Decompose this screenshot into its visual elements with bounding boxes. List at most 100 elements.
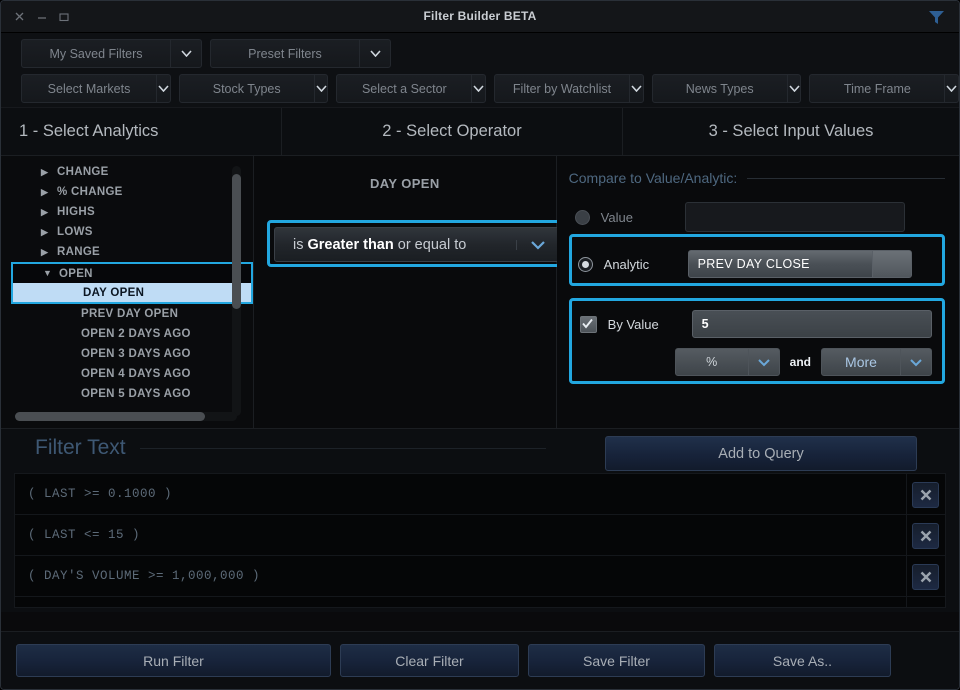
analytic-radio[interactable]	[578, 257, 593, 272]
operator-label: is Greater than or equal to	[275, 237, 516, 253]
triangle-right-icon[interactable]: ▶	[41, 228, 48, 237]
operator-dropdown[interactable]: is Greater than or equal to	[274, 227, 560, 262]
dropdown-select-markets[interactable]: Select Markets	[21, 74, 171, 103]
analytic-select[interactable]: PREV DAY CLOSE	[688, 250, 912, 278]
analytics-tree[interactable]: ▶CHANGE▶% CHANGE▶HIGHS▶LOWS▶RANGE▼OPEN DA…	[11, 162, 253, 408]
analytic-browse-button[interactable]	[872, 251, 911, 277]
filter-expression-text: ( LAST >= 0.1000 )	[15, 487, 172, 501]
value-radio[interactable]	[575, 210, 590, 225]
triangle-right-icon[interactable]: ▶	[41, 208, 48, 217]
analytics-horizontal-scrollbar[interactable]	[15, 412, 237, 421]
analytics-tree-item[interactable]: OPEN 2 DAYS AGO	[11, 324, 253, 344]
analytics-tree-item[interactable]: ▶RANGE	[11, 242, 253, 262]
analytics-tree-item-label: OPEN 4 DAYS AGO	[33, 368, 191, 380]
by-value-highlight-frame: By Value 5 % and More	[569, 298, 945, 384]
filter-expression-text: ( LAST <= 15 )	[15, 528, 140, 542]
save-filter-button[interactable]: Save Filter	[528, 644, 705, 677]
filter-text-section: Filter Text Add to Query ( LAST >= 0.100…	[1, 428, 959, 612]
analytics-tree-item[interactable]: OPEN 5 DAYS AGO	[11, 384, 253, 404]
analytics-vertical-scrollbar[interactable]	[232, 166, 241, 416]
step-header-select-operator: 2 - Select Operator	[282, 108, 623, 155]
filter-expression-list: ( LAST >= 0.1000 )( LAST <= 15 )( DAY'S …	[14, 473, 946, 608]
analytics-tree-item[interactable]: ▶% CHANGE	[11, 182, 253, 202]
operator-highlight-frame: is Greater than or equal to	[267, 220, 567, 267]
section-divider	[140, 448, 546, 449]
step-header-select-analytics: 1 - Select Analytics	[1, 108, 282, 155]
direction-dropdown[interactable]: More	[821, 348, 932, 376]
remove-filter-button[interactable]	[912, 564, 939, 590]
chevron-down-icon	[900, 349, 931, 375]
analytic-highlight-frame: Analytic PREV DAY CLOSE	[569, 234, 945, 286]
analytics-tree-item[interactable]: ▼OPEN	[11, 262, 253, 283]
filter-expression-row: ( LAST <= 15 )	[15, 515, 945, 556]
filter-toolbar: My Saved Filters Preset Filters Select M…	[1, 33, 959, 108]
builder-panes: ▶CHANGE▶% CHANGE▶HIGHS▶LOWS▶RANGE▼OPENDA…	[1, 156, 959, 428]
value-row: Value	[569, 200, 945, 234]
unit-dropdown[interactable]: %	[675, 348, 780, 376]
dropdown-filter-by-watchlist[interactable]: Filter by Watchlist	[494, 74, 644, 103]
save-as-button[interactable]: Save As..	[714, 644, 891, 677]
value-input[interactable]	[685, 202, 905, 232]
analytics-tree-item[interactable]: ▶CHANGE	[11, 162, 253, 182]
chevron-down-icon	[516, 240, 559, 250]
dropdown-label: Select Markets	[22, 75, 156, 102]
remove-filter-button[interactable]	[912, 523, 939, 549]
by-value-input[interactable]: 5	[692, 310, 932, 338]
analytics-tree-item[interactable]: OPEN 3 DAYS AGO	[11, 344, 253, 364]
remove-filter-button[interactable]	[912, 482, 939, 508]
analytics-tree-item[interactable]: OPEN 4 DAYS AGO	[11, 364, 253, 384]
toolbar-row-criteria: Select Markets Stock Types Select a Sect…	[1, 74, 959, 103]
action-button-bar: Run Filter Clear Filter Save Filter Save…	[1, 631, 959, 689]
analytics-tree-item[interactable]: DAY OPEN	[11, 283, 253, 304]
operator-prefix: is	[293, 237, 308, 253]
chevron-down-icon	[748, 349, 779, 375]
add-to-query-button[interactable]: Add to Query	[605, 436, 917, 471]
dropdown-stock-types[interactable]: Stock Types	[179, 74, 329, 103]
scrollbar-thumb[interactable]	[232, 174, 241, 309]
dropdown-label: Select a Sector	[337, 75, 471, 102]
chevron-down-icon	[787, 75, 801, 102]
compare-section-header: Compare to Value/Analytic:	[569, 170, 945, 186]
by-value-row: By Value 5	[580, 310, 932, 338]
by-value-checkbox[interactable]	[580, 316, 597, 333]
analytic-selected-value: PREV DAY CLOSE	[689, 257, 872, 271]
chevron-down-icon	[629, 75, 643, 102]
toolbar-row-saved: My Saved Filters Preset Filters	[1, 39, 959, 68]
run-filter-button[interactable]: Run Filter	[16, 644, 331, 677]
chevron-down-icon	[170, 40, 201, 67]
dropdown-label: Filter by Watchlist	[495, 75, 629, 102]
analytics-tree-item[interactable]: ▶HIGHS	[11, 202, 253, 222]
dropdown-preset-filters[interactable]: Preset Filters	[210, 39, 391, 68]
filter-text-title: Filter Text	[35, 436, 126, 460]
triangle-right-icon[interactable]: ▶	[41, 168, 48, 177]
conjunction-label: and	[790, 355, 811, 369]
chevron-down-icon	[156, 75, 170, 102]
operator-panel: DAY OPEN is Greater than or equal to	[254, 156, 557, 428]
analytics-tree-item[interactable]: PREV DAY OPEN	[11, 304, 253, 324]
analytics-tree-item[interactable]: ▶LOWS	[11, 222, 253, 242]
triangle-down-icon[interactable]: ▼	[43, 269, 52, 278]
compare-section-title: Compare to Value/Analytic:	[569, 170, 738, 186]
dropdown-news-types[interactable]: News Types	[652, 74, 802, 103]
dropdown-label: News Types	[653, 75, 787, 102]
input-values-panel: Compare to Value/Analytic: Value Analyti…	[557, 156, 959, 428]
clear-filter-button[interactable]: Clear Filter	[340, 644, 519, 677]
dropdown-my-saved-filters[interactable]: My Saved Filters	[21, 39, 202, 68]
close-icon	[919, 488, 933, 502]
scrollbar-thumb[interactable]	[15, 412, 205, 421]
dropdown-select-a-sector[interactable]: Select a Sector	[336, 74, 486, 103]
analytic-row: Analytic PREV DAY CLOSE	[572, 245, 942, 283]
filter-funnel-icon[interactable]	[928, 9, 945, 25]
triangle-right-icon[interactable]: ▶	[41, 188, 48, 197]
dropdown-time-frame[interactable]: Time Frame	[809, 74, 959, 103]
chevron-down-icon	[359, 40, 390, 67]
analytics-tree-item-label: DAY OPEN	[35, 287, 144, 299]
chevron-down-icon	[314, 75, 328, 102]
section-divider	[747, 178, 945, 179]
dropdown-label: Preset Filters	[211, 40, 359, 67]
close-icon	[919, 529, 933, 543]
window-title: Filter Builder BETA	[1, 1, 959, 32]
unit-label: %	[676, 349, 748, 375]
triangle-right-icon[interactable]: ▶	[41, 248, 48, 257]
dropdown-label: Stock Types	[180, 75, 314, 102]
